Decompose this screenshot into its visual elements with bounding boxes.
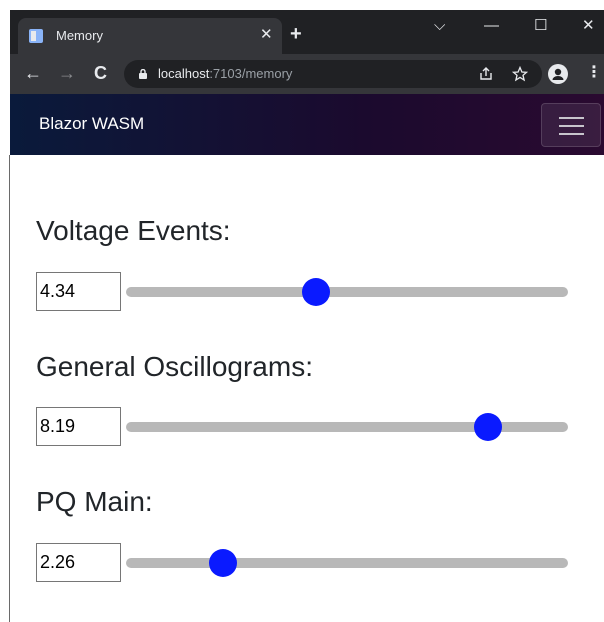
tab-title: Memory <box>56 28 103 43</box>
reload-icon[interactable]: C <box>94 63 107 83</box>
back-icon[interactable]: ← <box>24 63 42 83</box>
new-tab-button[interactable]: + <box>290 24 302 44</box>
url-host: localhost <box>158 66 210 81</box>
hamburger-icon-line <box>559 125 584 127</box>
slider-thumb[interactable] <box>302 278 331 306</box>
share-icon[interactable] <box>478 66 494 82</box>
navbar-toggler-button[interactable] <box>541 103 601 147</box>
slider-thumb[interactable] <box>474 413 503 441</box>
favicon-icon <box>29 29 43 43</box>
hamburger-icon-line <box>559 133 584 135</box>
slider-label: General Oscillograms: <box>36 351 313 382</box>
browser-tab-strip: Memory ✕ + ⌵ — ☐ ✕ <box>10 10 604 54</box>
forward-icon[interactable]: → <box>58 63 76 83</box>
browser-tab[interactable]: Memory ✕ <box>18 18 282 54</box>
menu-dots-icon[interactable]: ⋮ <box>586 63 602 83</box>
slider-track[interactable] <box>126 287 568 297</box>
url-text: localhost:7103/memory <box>158 66 292 81</box>
slider-value-input[interactable] <box>36 543 121 582</box>
slider-thumb[interactable] <box>209 549 238 577</box>
hamburger-icon-line <box>559 117 584 119</box>
address-bar[interactable]: localhost:7103/memory <box>124 60 542 88</box>
url-path: :7103/memory <box>209 66 293 81</box>
maximize-icon[interactable]: ☐ <box>534 18 547 34</box>
slider-label: Voltage Events: <box>36 215 231 246</box>
slider-track[interactable] <box>126 558 568 568</box>
tab-search-dropdown-icon[interactable]: ⌵ <box>434 18 445 34</box>
star-icon[interactable] <box>512 66 528 82</box>
close-window-icon[interactable]: ✕ <box>582 18 595 34</box>
slider-value-input[interactable] <box>36 272 121 311</box>
slider-value-input[interactable] <box>36 407 121 446</box>
profile-icon[interactable] <box>548 64 568 84</box>
lock-icon <box>139 69 147 79</box>
minimize-icon[interactable]: — <box>484 18 499 34</box>
sidebar-divider <box>9 155 10 622</box>
slider-label: PQ Main: <box>36 486 153 517</box>
navbar-brand[interactable]: Blazor WASM <box>39 114 144 134</box>
browser-toolbar: ← → C localhost:7103/memory ⋮ <box>10 54 604 94</box>
tab-close-icon[interactable]: ✕ <box>260 26 273 44</box>
app-navbar: Blazor WASM <box>10 94 604 155</box>
